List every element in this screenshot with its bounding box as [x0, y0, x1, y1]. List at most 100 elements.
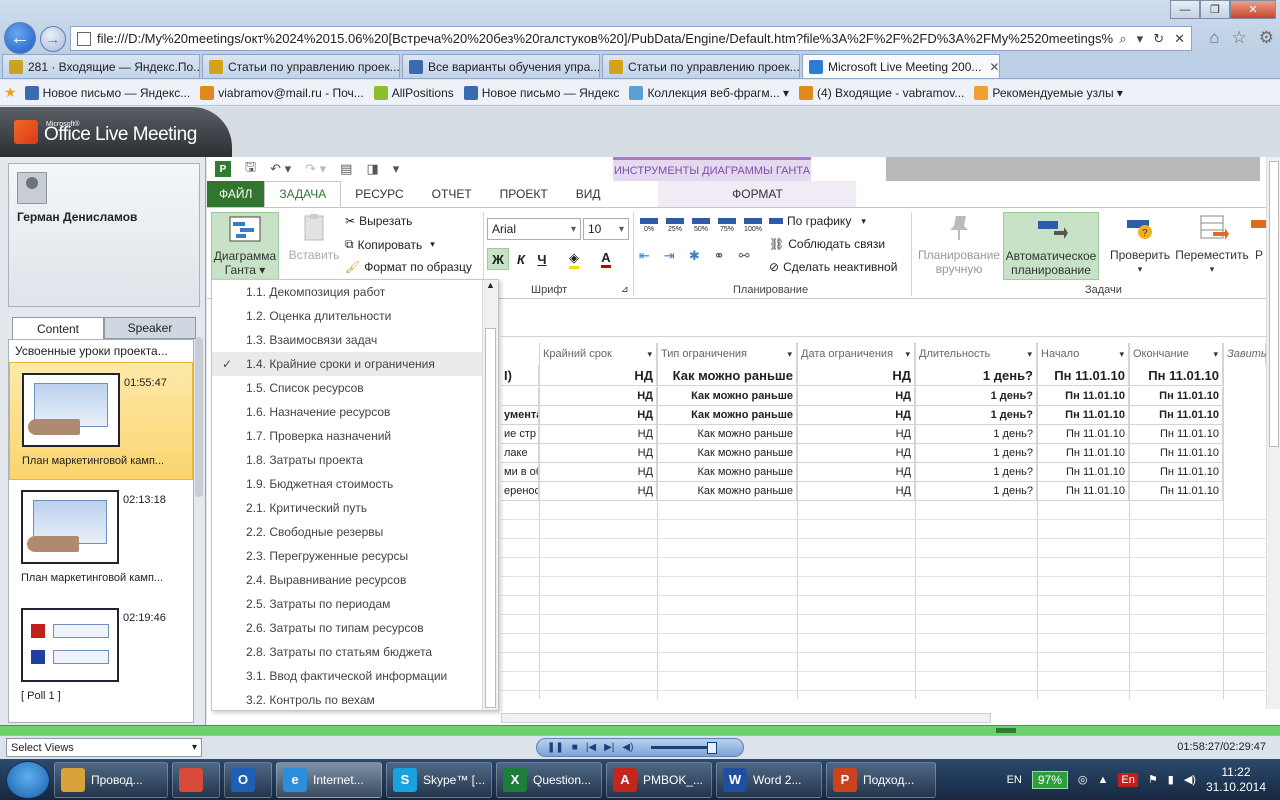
pause-icon[interactable]: ❚❚	[547, 742, 564, 753]
tab-content[interactable]: Content	[12, 317, 104, 339]
show-hidden-icon[interactable]: ▲	[1098, 774, 1109, 786]
menu-item[interactable]: 3.1. Ввод фактической информации	[212, 664, 498, 688]
close-button[interactable]: ✕	[1230, 0, 1276, 19]
menu-item[interactable]: ✓ 1.4. Крайние сроки и ограничения	[212, 352, 498, 376]
inactivate-button[interactable]: ⊘ Сделать неактивной	[769, 260, 897, 274]
table-cell[interactable]: 1 день?	[915, 463, 1037, 482]
back-button[interactable]: ←	[4, 22, 36, 54]
table-cell[interactable]: Пн 11.01.10	[1129, 387, 1223, 406]
dialog-launcher-icon[interactable]: ⊿	[621, 284, 629, 295]
table-cell[interactable]: Пн 11.01.10	[1129, 425, 1223, 444]
italic-button[interactable]: К	[510, 248, 532, 270]
copy-button[interactable]: ⧉ Копировать ▾	[345, 237, 435, 252]
tab-close-icon[interactable]: ✕	[989, 60, 999, 74]
cut-button[interactable]: ✂ Вырезать	[345, 214, 412, 228]
tab-resource[interactable]: РЕСУРС	[341, 181, 417, 207]
table-cell[interactable]: Пн 11.01.10	[1129, 406, 1223, 425]
on-schedule-button[interactable]: По графику ▾	[769, 214, 866, 228]
vertical-scrollbar[interactable]	[1266, 157, 1280, 709]
flag-icon[interactable]: ⚑	[1148, 773, 1158, 786]
percent-complete-button[interactable]: 50%	[691, 218, 711, 233]
column-header[interactable]: Крайний срок ▾	[539, 343, 657, 365]
taskbar-item-word[interactable]: W Word 2...	[716, 761, 822, 798]
dropdown-icon[interactable]: ▾	[1137, 31, 1144, 47]
favorite-link[interactable]: (4) Входящие - vabramov...	[799, 85, 964, 100]
filter-arrow-icon[interactable]: ▾	[1027, 349, 1032, 360]
taskbar-item-outlook[interactable]: O	[224, 761, 272, 798]
chevron-up-icon[interactable]: ▲	[486, 280, 495, 290]
favorite-link[interactable]: viabramov@mail.ru - Поч...	[200, 85, 364, 100]
touch-icon[interactable]: ◨	[366, 161, 378, 177]
horizontal-scrollbar[interactable]	[501, 713, 991, 723]
manual-schedule-button[interactable]: Планирование вручную	[915, 212, 1003, 280]
filter-arrow-icon[interactable]: ▾	[1119, 349, 1124, 360]
tab-report[interactable]: ОТЧЕТ	[418, 181, 486, 207]
table-cell[interactable]: I)	[501, 365, 539, 386]
table-cell[interactable]: лаке	[501, 444, 539, 463]
menu-item[interactable]: 2.6. Затраты по типам ресурсов	[212, 616, 498, 640]
table-cell[interactable]: умента	[501, 406, 539, 425]
menu-item[interactable]: 1.7. Проверка назначений	[212, 424, 498, 448]
table-cell[interactable]: НД	[539, 365, 657, 386]
table-cell[interactable]: Пн 11.01.10	[1037, 463, 1129, 482]
tab-view[interactable]: ВИД	[562, 181, 615, 207]
menu-item[interactable]: 2.3. Перегруженные ресурсы	[212, 544, 498, 568]
table-cell[interactable]: НД	[797, 387, 915, 406]
table-cell[interactable]: НД	[539, 463, 657, 482]
percent-complete-button[interactable]: 25%	[665, 218, 685, 233]
column-header[interactable]: Окончание ▾	[1129, 343, 1223, 365]
menu-item[interactable]: 1.1. Декомпозиция работ	[212, 280, 498, 304]
column-header[interactable]: Дата ограничения ▾	[797, 343, 915, 365]
menu-item[interactable]: 1.2. Оценка длительности	[212, 304, 498, 328]
table-cell[interactable]: Как можно раньше	[657, 444, 797, 463]
font-name-select[interactable]: Arial	[487, 218, 581, 240]
tab-format[interactable]: ФОРМАТ	[658, 181, 857, 207]
menu-item[interactable]: 1.9. Бюджетная стоимость	[212, 472, 498, 496]
search-icon[interactable]: ⌕	[1119, 31, 1126, 47]
gantt-chart-button[interactable]: Диаграмма Ганта ▾	[211, 212, 279, 280]
tab-speaker[interactable]: Speaker	[104, 317, 196, 339]
filter-arrow-icon[interactable]: ▾	[905, 349, 910, 360]
table-cell[interactable]: ие стр	[501, 425, 539, 444]
mode-button-partial[interactable]: Р	[1251, 212, 1267, 280]
menu-item[interactable]: 1.8. Затраты проекта	[212, 448, 498, 472]
minimize-button[interactable]: —	[1170, 0, 1200, 19]
forward-button[interactable]: →	[40, 26, 66, 52]
address-text[interactable]: file:///D:/My%20meetings/окт%2024%2015.0…	[97, 31, 1113, 46]
table-cell[interactable]: НД	[539, 387, 657, 406]
table-cell[interactable]: НД	[797, 482, 915, 501]
percent-complete-button[interactable]: 0%	[639, 218, 659, 233]
indent-icon[interactable]: ⇥	[664, 248, 675, 264]
taskbar-item-excel[interactable]: X Question...	[496, 761, 602, 798]
column-header[interactable]: Тип ограничения ▾	[657, 343, 797, 365]
table-cell[interactable]: НД	[797, 365, 915, 386]
clock[interactable]: 11:22 31.10.2014	[1206, 765, 1266, 795]
stop-icon[interactable]: ✕	[1174, 31, 1185, 47]
table-cell[interactable]: Пн 11.01.10	[1129, 365, 1223, 386]
table-cell[interactable]: Как можно раньше	[657, 482, 797, 501]
tab-project[interactable]: ПРОЕКТ	[486, 181, 562, 207]
unlink-icon[interactable]: ⚯	[739, 248, 750, 264]
list-item[interactable]: 02:19:46 [ Poll 1 ]	[9, 598, 193, 716]
address-bar[interactable]: file:///D:/My%20meetings/окт%2024%2015.0…	[70, 26, 1192, 51]
language-badge[interactable]: En	[1118, 772, 1138, 787]
customize-icon[interactable]: ▾	[393, 161, 400, 177]
browser-tab[interactable]: Все варианты обучения упра...	[402, 54, 600, 78]
list-item[interactable]: 02:13:18 План маркетинговой камп...	[9, 480, 193, 598]
table-cell[interactable]: ми в об	[501, 463, 539, 482]
table-cell[interactable]: НД	[539, 425, 657, 444]
taskbar-item-folder[interactable]: Провод...	[54, 761, 168, 798]
save-icon[interactable]: 🖫	[245, 158, 256, 180]
table-cell[interactable]: Пн 11.01.10	[1129, 463, 1223, 482]
highlight-button[interactable]: ◈	[563, 248, 585, 270]
table-cell[interactable]: 1 день?	[915, 444, 1037, 463]
stop-icon[interactable]: ■	[572, 742, 578, 753]
browser-tab[interactable]: 281 · Входящие — Яндекс.По...	[2, 54, 200, 78]
next-icon[interactable]: ▶|	[604, 742, 614, 753]
refresh-icon[interactable]: ↻	[1153, 31, 1164, 47]
favorites-star-icon[interactable]: ★	[4, 84, 17, 101]
taskbar-item-chrome[interactable]	[172, 761, 220, 798]
percent-complete-button[interactable]: 100%	[743, 218, 763, 233]
filter-arrow-icon[interactable]: ▾	[787, 349, 792, 360]
font-color-button[interactable]: A	[595, 248, 617, 270]
